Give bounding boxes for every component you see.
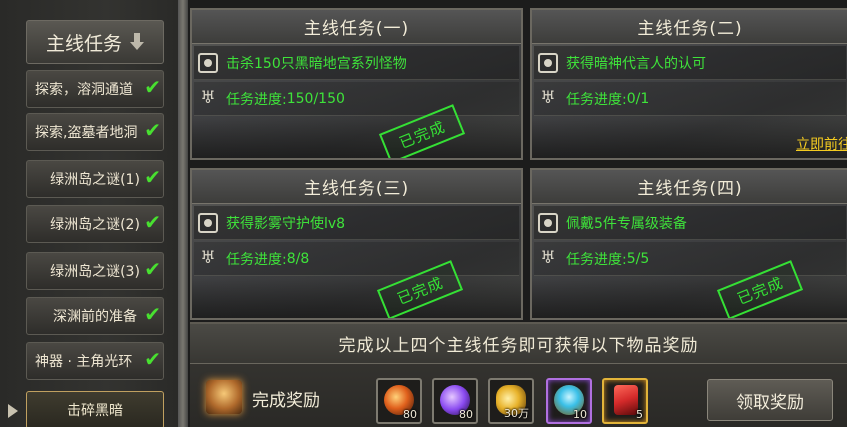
quest-objective-row: 获得暗神代言人的认可 bbox=[534, 46, 846, 80]
target-icon bbox=[538, 52, 558, 73]
main-quest-header[interactable]: 主线任务 bbox=[26, 20, 164, 64]
item-quantity: 5 bbox=[636, 408, 643, 421]
sidebar-item-label: 神器 · 主角光环 bbox=[35, 354, 133, 370]
sidebar: 主线任务 探索，溶洞通道 ✔ 探索,盗墓者地洞 ✔ 绿洲岛之谜(1) ✔ 绿洲岛… bbox=[0, 0, 178, 427]
quest-panel-1: 主线任务(一) 击杀150只黑暗地宫系列怪物 ♅ 任务进度: 150/150 已… bbox=[190, 8, 523, 160]
sidebar-item-label: 探索,盗墓者地洞 bbox=[35, 125, 138, 141]
reward-item[interactable]: 80 bbox=[376, 378, 422, 424]
go-now-link[interactable]: 立即前往 bbox=[796, 134, 847, 154]
target-icon bbox=[198, 52, 218, 73]
play-arrow-icon bbox=[8, 404, 18, 418]
quest-panel-3: 主线任务(三) 获得影雾守护使lv8 ♅ 任务进度: 8/8 已完成 bbox=[190, 168, 523, 320]
down-arrow-icon bbox=[130, 33, 144, 51]
quest-objective: 获得暗神代言人的认可 bbox=[566, 55, 706, 72]
quest-progress-row: ♅ 任务进度: 150/150 bbox=[194, 82, 519, 116]
reward-label: 完成奖励 bbox=[252, 391, 320, 411]
quest-progress-row: ♅ 任务进度: 0 /1 bbox=[534, 82, 846, 116]
progress-label: 任务进度: bbox=[566, 251, 627, 268]
target-icon bbox=[538, 212, 558, 233]
quest-objective: 获得影雾守护使lv8 bbox=[226, 215, 346, 232]
progress-value: 8/8 bbox=[286, 250, 310, 267]
sidebar-item[interactable]: 绿洲岛之谜(3) ✔ bbox=[26, 252, 164, 290]
sidebar-item[interactable]: 绿洲岛之谜(2) ✔ bbox=[26, 205, 164, 243]
sidebar-item-active[interactable]: 击碎黑暗 bbox=[26, 391, 164, 427]
red-card-icon bbox=[614, 385, 638, 415]
checkmark-icon: ✔ bbox=[144, 302, 161, 326]
quest-title: 主线任务(三) bbox=[192, 170, 521, 204]
item-quantity: 30万 bbox=[504, 407, 529, 420]
progress-value: 150/150 bbox=[286, 90, 345, 107]
checkmark-icon: ✔ bbox=[144, 75, 161, 99]
item-quantity: 80 bbox=[403, 408, 417, 421]
sidebar-item[interactable]: 探索,盗墓者地洞 ✔ bbox=[26, 113, 164, 151]
item-quantity: 80 bbox=[459, 408, 473, 421]
wing-emblem-icon: ♅ bbox=[540, 88, 556, 108]
reward-title: 完成以上四个主线任务即可获得以下物品奖励 bbox=[190, 324, 847, 364]
sidebar-item-label: 击碎黑暗 bbox=[67, 403, 123, 419]
quest-objective-row: 获得影雾守护使lv8 bbox=[194, 206, 519, 240]
checkmark-icon: ✔ bbox=[144, 165, 161, 189]
quest-progress-row: ♅ 任务进度: 5/5 bbox=[534, 242, 846, 276]
sidebar-item[interactable]: 深渊前的准备 ✔ bbox=[26, 297, 164, 335]
progress-label: 任务进度: bbox=[566, 91, 627, 108]
quest-objective: 击杀150只黑暗地宫系列怪物 bbox=[226, 55, 407, 72]
quest-title: 主线任务(四) bbox=[532, 170, 847, 204]
reward-item[interactable]: 80 bbox=[432, 378, 478, 424]
quest-panel-2: 主线任务(二) 获得暗神代言人的认可 ♅ 任务进度: 0 /1 立即前往 bbox=[530, 8, 847, 160]
sidebar-item-label: 绿洲岛之谜(1) bbox=[50, 172, 140, 188]
progress-total: /1 bbox=[635, 90, 650, 107]
progress-label: 任务进度: bbox=[226, 91, 287, 108]
quest-objective: 佩戴5件专属级装备 bbox=[566, 215, 687, 232]
checkmark-icon: ✔ bbox=[144, 118, 161, 142]
wing-emblem-icon: ♅ bbox=[540, 248, 556, 268]
progress-label: 任务进度: bbox=[226, 251, 287, 268]
quest-progress-row: ♅ 任务进度: 8/8 bbox=[194, 242, 519, 276]
checkmark-icon: ✔ bbox=[144, 257, 161, 281]
wing-emblem-icon: ♅ bbox=[200, 88, 216, 108]
quest-title: 主线任务(一) bbox=[192, 10, 521, 44]
quest-title: 主线任务(二) bbox=[532, 10, 847, 44]
sidebar-item-label: 绿洲岛之谜(3) bbox=[50, 264, 140, 280]
column-divider bbox=[178, 0, 188, 427]
sidebar-item-label: 探索，溶洞通道 bbox=[35, 82, 133, 98]
progress-value: 5/5 bbox=[626, 250, 650, 267]
claim-reward-button[interactable]: 领取奖励 bbox=[707, 379, 833, 421]
reward-item[interactable]: 5 bbox=[602, 378, 648, 424]
reward-item[interactable]: 10 bbox=[546, 378, 592, 424]
quest-objective-row: 佩戴5件专属级装备 bbox=[534, 206, 846, 240]
main-quest-header-label: 主线任务 bbox=[45, 32, 122, 55]
item-quantity: 10 bbox=[573, 408, 587, 421]
target-icon bbox=[198, 212, 218, 233]
checkmark-icon: ✔ bbox=[144, 210, 161, 234]
reward-panel: 完成以上四个主线任务即可获得以下物品奖励 完成奖励 80 80 30万 10 5… bbox=[190, 322, 847, 427]
reward-item[interactable]: 30万 bbox=[488, 378, 534, 424]
quest-panel-4: 主线任务(四) 佩戴5件专属级装备 ♅ 任务进度: 5/5 已完成 bbox=[530, 168, 847, 320]
sidebar-item[interactable]: 神器 · 主角光环 ✔ bbox=[26, 342, 164, 380]
sidebar-item[interactable]: 绿洲岛之谜(1) ✔ bbox=[26, 160, 164, 198]
progress-current: 0 bbox=[626, 90, 636, 107]
sidebar-item-label: 绿洲岛之谜(2) bbox=[50, 217, 140, 233]
treasure-chest-icon bbox=[206, 380, 242, 414]
quest-objective-row: 击杀150只黑暗地宫系列怪物 bbox=[194, 46, 519, 80]
wing-emblem-icon: ♅ bbox=[200, 248, 216, 268]
sidebar-item[interactable]: 探索，溶洞通道 ✔ bbox=[26, 70, 164, 108]
sidebar-item-label: 深渊前的准备 bbox=[53, 309, 137, 325]
checkmark-icon: ✔ bbox=[144, 347, 161, 371]
